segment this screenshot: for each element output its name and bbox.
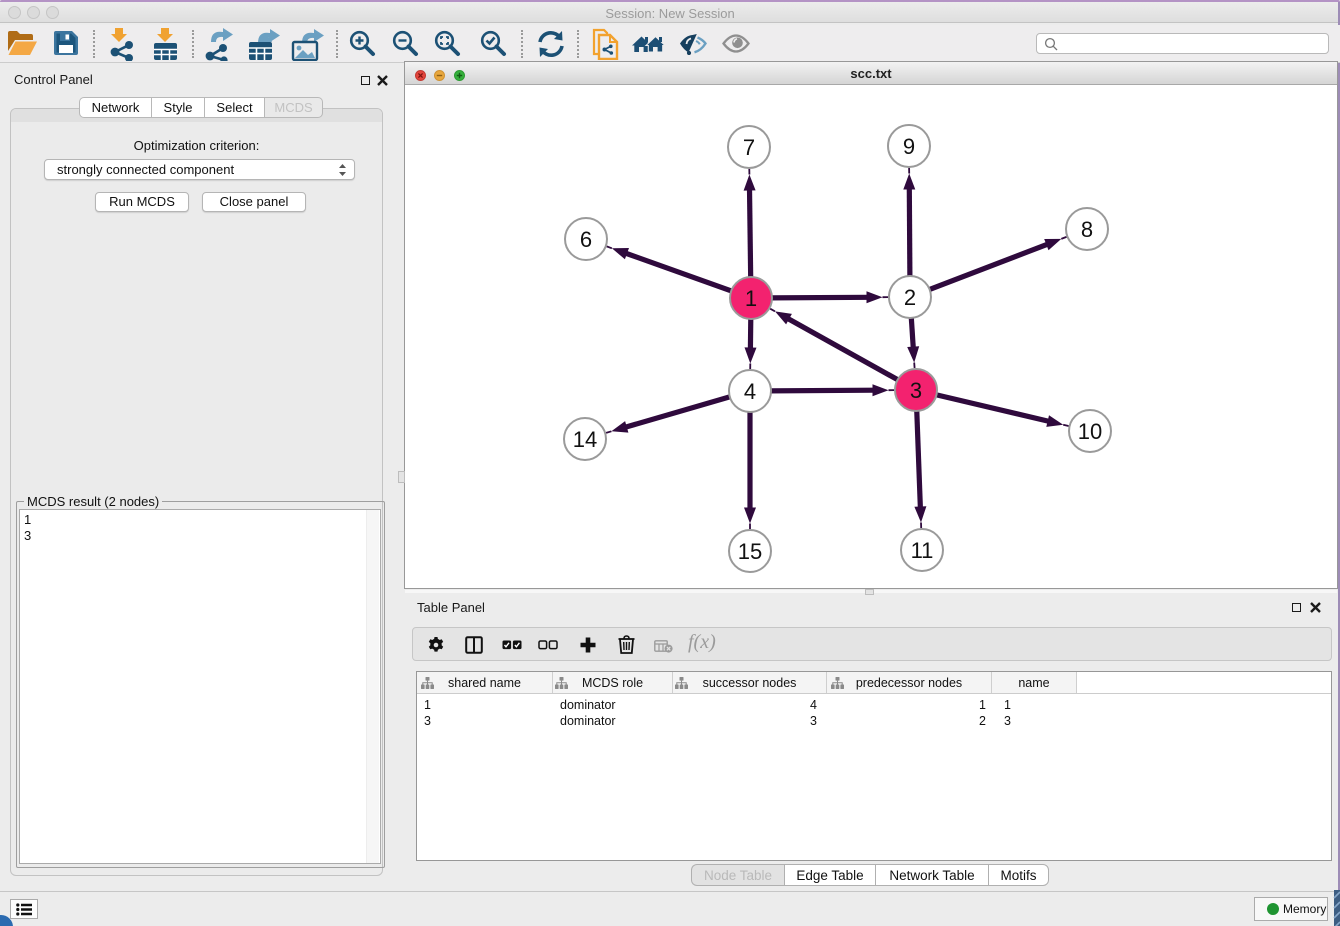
- svg-text:1: 1: [745, 286, 757, 311]
- svg-text:6: 6: [580, 227, 592, 252]
- svg-text:8: 8: [1081, 217, 1093, 242]
- svg-text:2: 2: [904, 285, 916, 310]
- svg-text:9: 9: [903, 134, 915, 159]
- svg-text:11: 11: [911, 538, 934, 563]
- svg-text:15: 15: [738, 539, 762, 564]
- svg-text:14: 14: [573, 427, 597, 452]
- svg-text:3: 3: [910, 378, 922, 403]
- svg-text:4: 4: [744, 379, 756, 404]
- svg-text:10: 10: [1078, 419, 1102, 444]
- svg-text:7: 7: [743, 135, 755, 160]
